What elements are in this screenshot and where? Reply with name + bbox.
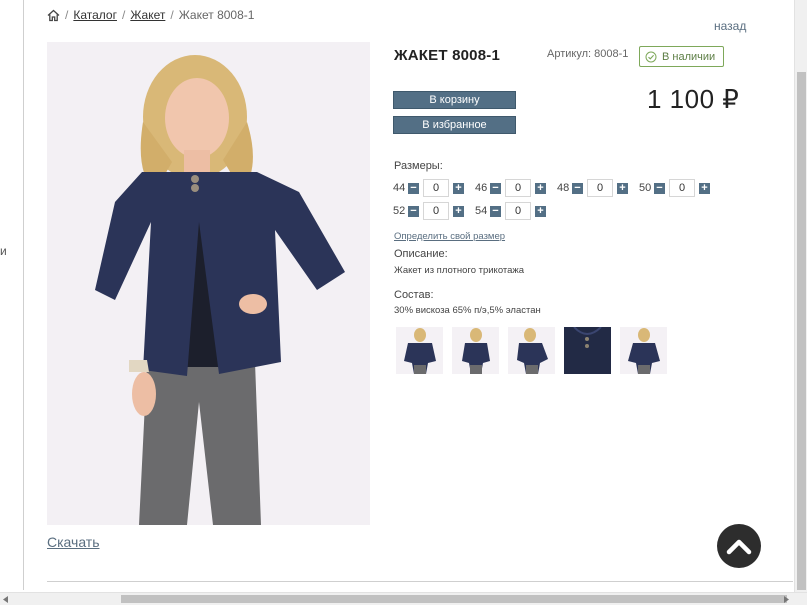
quantity-input[interactable]: 0 <box>423 202 449 220</box>
size-selector-50: 50 − 0 + <box>639 179 721 197</box>
breadcrumb-jacket-link[interactable]: Жакет <box>130 8 165 22</box>
decrement-button[interactable]: − <box>408 205 419 217</box>
composition-text: 30% вискоза 65% п/э,5% эластан <box>394 305 541 316</box>
size-row: 44 − 0 + 46 − 0 + 48 − 0 + 50 − 0 + <box>393 179 721 197</box>
breadcrumb-catalog-link[interactable]: Каталог <box>73 8 117 22</box>
decrement-button[interactable]: − <box>654 182 665 194</box>
increment-button[interactable]: + <box>617 182 628 194</box>
quantity-input[interactable]: 0 <box>505 202 531 220</box>
left-divider <box>23 0 24 590</box>
breadcrumb-separator: / <box>170 8 174 22</box>
scroll-right-icon[interactable] <box>784 596 790 603</box>
footer-divider <box>47 581 793 582</box>
model-illustration <box>47 42 370 525</box>
download-link[interactable]: Скачать <box>47 534 100 550</box>
size-number: 52 <box>393 205 406 217</box>
size-number: 50 <box>639 182 652 194</box>
size-selector-52: 52 − 0 + <box>393 202 475 220</box>
find-size-link[interactable]: Определить свой размер <box>394 231 505 242</box>
breadcrumb-separator: / <box>121 8 126 22</box>
stock-badge: В наличии <box>639 46 725 67</box>
sizes-label: Размеры: <box>394 160 443 172</box>
horizontal-scrollbar-thumb[interactable] <box>121 595 787 603</box>
decrement-button[interactable]: − <box>572 182 583 194</box>
increment-button[interactable]: + <box>535 205 546 217</box>
size-selector-44: 44 − 0 + <box>393 179 475 197</box>
size-row: 52 − 0 + 54 − 0 + <box>393 202 557 220</box>
description-text: Жакет из плотного трикотажа <box>394 265 525 276</box>
scroll-left-icon[interactable] <box>3 596 9 603</box>
stock-label: В наличии <box>662 50 716 63</box>
thumbnail-1[interactable] <box>396 327 443 374</box>
left-edge-text: и <box>0 244 7 258</box>
size-number: 44 <box>393 182 406 194</box>
thumbnail-3[interactable] <box>508 327 555 374</box>
increment-button[interactable]: + <box>535 182 546 194</box>
product-photo[interactable] <box>47 42 370 525</box>
size-selector-54: 54 − 0 + <box>475 202 557 220</box>
vertical-scrollbar[interactable] <box>794 0 807 592</box>
size-selector-46: 46 − 0 + <box>475 179 557 197</box>
breadcrumb-current: Жакет 8008-1 <box>178 8 255 22</box>
chevron-up-icon <box>726 539 752 555</box>
thumbnail-4[interactable] <box>564 327 611 374</box>
breadcrumb: / Каталог / Жакет / Жакет 8008-1 <box>47 8 254 22</box>
scroll-to-top-button[interactable] <box>717 524 761 568</box>
size-selector-48: 48 − 0 + <box>557 179 639 197</box>
product-price: 1 100 ₽ <box>647 84 740 114</box>
thumbnail-gallery <box>396 327 667 374</box>
product-sku: Артикул: 8008-1 <box>547 48 629 60</box>
decrement-button[interactable]: − <box>408 182 419 194</box>
quantity-input[interactable]: 0 <box>505 179 531 197</box>
quantity-input[interactable]: 0 <box>587 179 613 197</box>
increment-button[interactable]: + <box>453 182 464 194</box>
home-icon[interactable] <box>47 9 60 22</box>
description-label: Описание: <box>394 248 448 260</box>
check-circle-icon <box>645 51 657 62</box>
increment-button[interactable]: + <box>453 205 464 217</box>
decrement-button[interactable]: − <box>490 205 501 217</box>
product-title: ЖАКЕТ 8008-1 <box>394 47 500 64</box>
increment-button[interactable]: + <box>699 182 710 194</box>
size-number: 46 <box>475 182 488 194</box>
decrement-button[interactable]: − <box>490 182 501 194</box>
vertical-scrollbar-thumb[interactable] <box>797 72 806 590</box>
size-number: 54 <box>475 205 488 217</box>
horizontal-scrollbar[interactable] <box>0 592 807 605</box>
quantity-input[interactable]: 0 <box>669 179 695 197</box>
add-to-favorites-button[interactable]: В избранное <box>393 116 516 134</box>
back-link[interactable]: назад <box>714 19 746 33</box>
size-number: 48 <box>557 182 570 194</box>
thumbnail-5[interactable] <box>620 327 667 374</box>
composition-label: Состав: <box>394 289 434 301</box>
thumbnail-2[interactable] <box>452 327 499 374</box>
add-to-cart-button[interactable]: В корзину <box>393 91 516 109</box>
breadcrumb-separator: / <box>65 8 69 22</box>
quantity-input[interactable]: 0 <box>423 179 449 197</box>
